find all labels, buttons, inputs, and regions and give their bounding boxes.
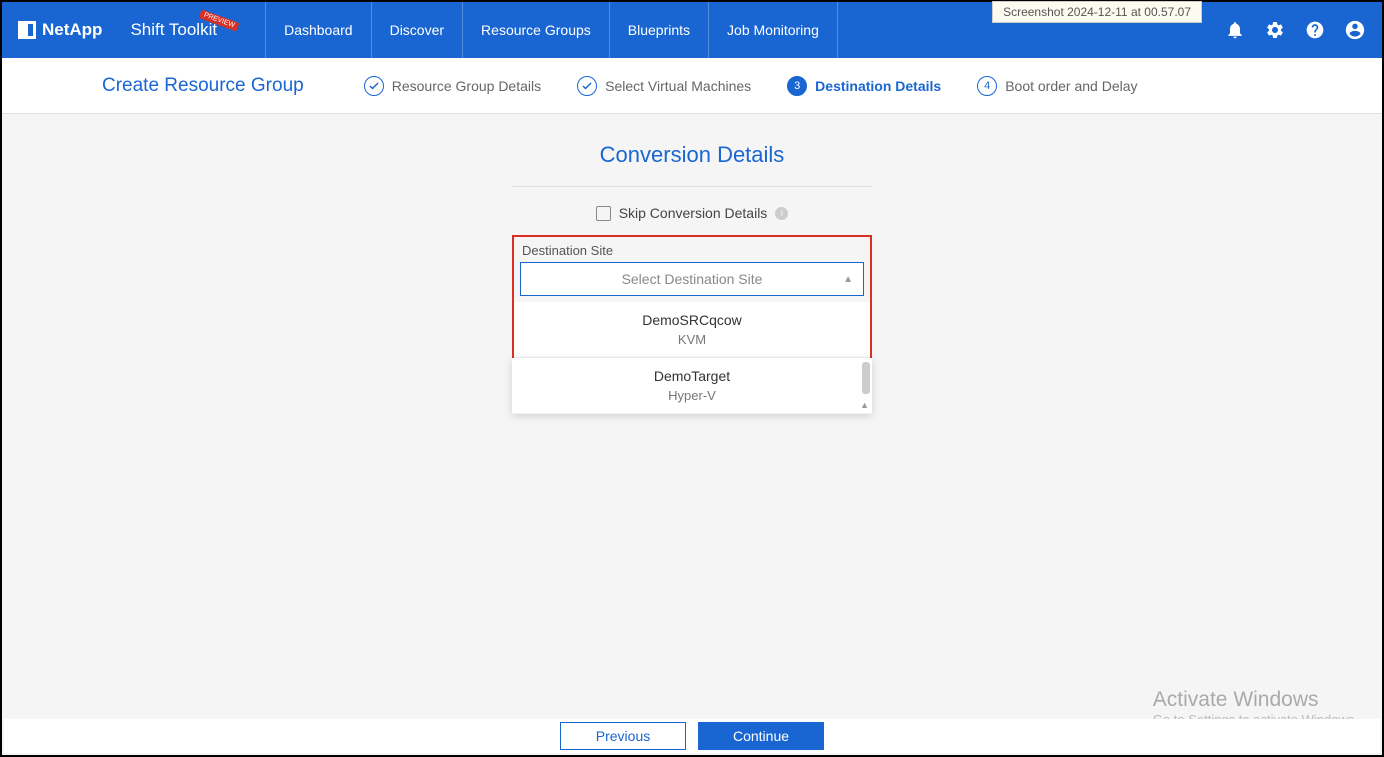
step-select-vms[interactable]: Select Virtual Machines [577,76,751,96]
steps-container: Resource Group Details Select Virtual Ma… [364,76,1138,96]
option-name: DemoSRCqcow [526,312,858,328]
skip-conversion-row[interactable]: Skip Conversion Details i [596,205,789,221]
notifications-icon[interactable] [1224,19,1246,41]
destination-site-label: Destination Site [514,237,870,262]
nav-resource-groups[interactable]: Resource Groups [463,2,610,58]
nav-dashboard[interactable]: Dashboard [265,2,372,58]
nav-job-monitoring[interactable]: Job Monitoring [709,2,838,58]
continue-button[interactable]: Continue [698,722,824,750]
chevron-up-icon: ▲ [843,274,853,285]
option-type: KVM [526,332,858,347]
netapp-logo-icon [18,21,36,39]
nav-discover[interactable]: Discover [372,2,463,58]
step-label: Select Virtual Machines [605,78,751,94]
info-icon[interactable]: i [775,207,788,220]
step-number-icon: 3 [787,76,807,96]
option-name: DemoTarget [524,368,860,384]
select-placeholder: Select Destination Site [622,271,763,287]
screenshot-tooltip: Screenshot 2024-12-11 at 00.57.07 [992,1,1202,23]
step-boot-order[interactable]: 4 Boot order and Delay [977,76,1137,96]
page-title: Create Resource Group [102,75,304,97]
dropdown-option-demosrcqcow[interactable]: DemoSRCqcow KVM [514,302,870,358]
brand-logo[interactable]: NetApp [18,20,102,40]
user-account-icon[interactable] [1344,19,1366,41]
option-type: Hyper-V [524,388,860,403]
main-content: Conversion Details Skip Conversion Detai… [2,114,1382,414]
nav-blueprints[interactable]: Blueprints [610,2,709,58]
help-icon[interactable] [1304,19,1326,41]
top-icon-group [1224,19,1366,41]
step-number-icon: 4 [977,76,997,96]
check-icon [577,76,597,96]
step-label: Resource Group Details [392,78,541,94]
previous-button[interactable]: Previous [560,722,686,750]
app-name: Shift Toolkit PREVIEW [130,20,217,40]
footer-actions: Previous Continue [4,719,1380,753]
step-label: Destination Details [815,78,941,94]
destination-site-select[interactable]: Select Destination Site ▲ [520,262,864,296]
divider [512,186,872,187]
chevron-up-icon: ▲ [860,400,869,410]
destination-site-dropdown: DemoTarget Hyper-V ▲ [512,358,872,414]
nav-links: Dashboard Discover Resource Groups Bluep… [265,2,838,58]
step-label: Boot order and Delay [1005,78,1137,94]
step-resource-group-details[interactable]: Resource Group Details [364,76,541,96]
destination-site-field-highlight: Destination Site Select Destination Site… [512,235,872,360]
section-title: Conversion Details [600,142,785,168]
watermark-title: Activate Windows [1153,688,1358,712]
step-destination-details[interactable]: 3 Destination Details [787,76,941,96]
skip-conversion-label: Skip Conversion Details [619,205,768,221]
checkbox-icon[interactable] [596,206,611,221]
scrollbar[interactable] [862,362,870,394]
brand-name: NetApp [42,20,102,40]
check-icon [364,76,384,96]
dropdown-option-demotarget[interactable]: DemoTarget Hyper-V [512,358,872,414]
stepper-bar: Create Resource Group Resource Group Det… [2,58,1382,114]
settings-icon[interactable] [1264,19,1286,41]
